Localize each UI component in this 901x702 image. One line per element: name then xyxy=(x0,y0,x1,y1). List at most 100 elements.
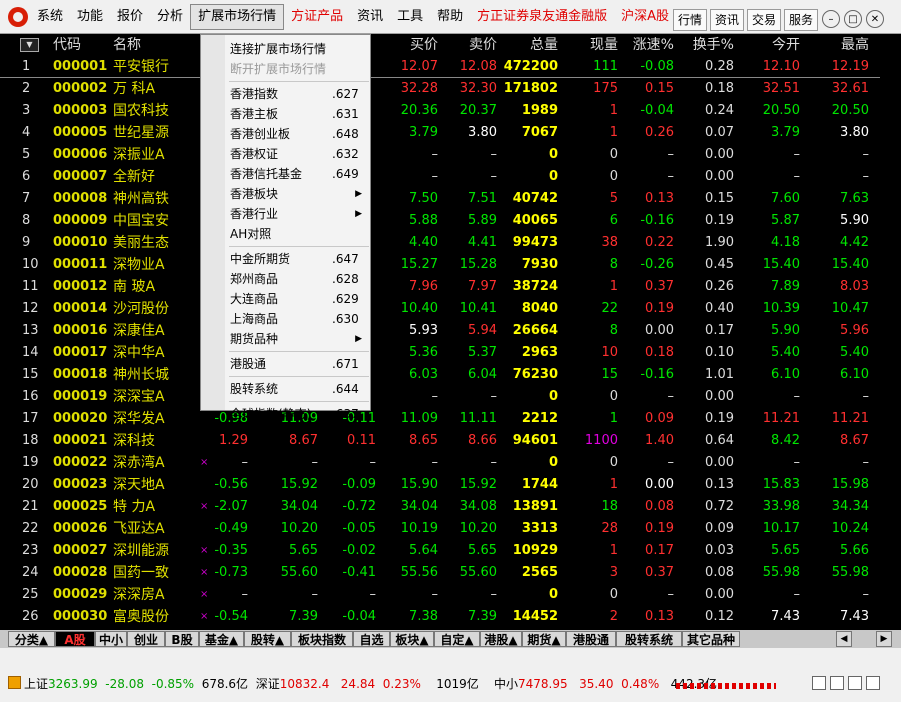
menu-item[interactable]: 分析 xyxy=(150,0,190,34)
dropdown-item[interactable]: 港股通 .671 xyxy=(230,354,366,374)
table-row[interactable]: 25 000029 深深房A × – – – – –0 0–0.00– – xyxy=(0,584,880,606)
tab-4[interactable]: B股 xyxy=(165,631,199,647)
vertical-scrollbar[interactable] xyxy=(880,34,901,630)
dropdown-item[interactable]: 香港主板 .631 xyxy=(230,104,366,124)
table-row[interactable]: 17 000020 深华发A -0.98 11.09 -0.11 11.09 11.11 221… xyxy=(0,408,880,430)
tab-14[interactable]: 股转系统 xyxy=(616,631,682,647)
dropdown-item[interactable]: 香港信托基金 .649 xyxy=(230,164,366,184)
table-row[interactable]: 1 000001 平安银行 12.07 12.08 472200 111 -0.08 0.28 1… xyxy=(0,56,880,78)
table-row[interactable]: 7 000008 神州高铁 7.50 7.51 40742 5 0.13 0.15 7.60 7.6… xyxy=(0,188,880,210)
table-row[interactable]: 14 000017 深中华A 5.36 5.37 2963 10 0.18 0.10 5.40 5.… xyxy=(0,342,880,364)
toolbar-button[interactable]: 资讯 xyxy=(710,9,745,31)
dropdown-item[interactable]: 全球指数(静态) .637 xyxy=(230,404,366,424)
cell-turn: 0.17 xyxy=(705,323,734,338)
scroll-right-icon[interactable]: ▶ xyxy=(876,631,892,647)
table-row[interactable]: 24 000028 国药一致 × -0.73 55.60 -0.41 55.56 55.60 25… xyxy=(0,562,880,584)
column-header[interactable]: 换手% xyxy=(676,34,734,56)
cell-code: 000003 xyxy=(53,103,108,118)
table-row[interactable]: 4 000005 世纪星源 3.79 3.80 7067 1 0.26 0.07 3.79 3.80 xyxy=(0,122,880,144)
tab-0[interactable]: 分类▲ xyxy=(8,631,55,647)
menu-item[interactable]: 报价 xyxy=(110,0,150,34)
table-row[interactable]: 15 000018 神州长城 6.03 6.04 76230 15 -0.16 1.01 6.10… xyxy=(0,364,880,386)
table-row[interactable]: 2 000002 万 科A 32.28 32.30 171802 175 0.15 0.18 32… xyxy=(0,78,880,100)
table-row[interactable]: 9 000010 美丽生态 4.40 4.41 99473 38 0.22 1.90 4.18 4.… xyxy=(0,232,880,254)
dropdown-item[interactable]: 郑州商品 .628 xyxy=(230,269,366,289)
column-header[interactable]: 最高 xyxy=(802,34,869,56)
table-row[interactable]: 6 000007 全新好 – – 0 0 – 0.00 – – xyxy=(0,166,880,188)
table-row[interactable]: 12 000014 沙河股份 10.40 10.41 8040 22 0.19 0.40 10.3… xyxy=(0,298,880,320)
restore-icon[interactable]: □ xyxy=(844,10,862,28)
menu-item[interactable]: 沪深A股 xyxy=(614,0,676,34)
tab-11[interactable]: 港股▲ xyxy=(480,631,522,647)
dropdown-item[interactable]: 大连商品 .629 xyxy=(230,289,366,309)
dropdown-item[interactable]: 香港行业 ▶ xyxy=(230,204,366,224)
table-row[interactable]: 3 000003 国农科技 20.36 20.37 1989 1 -0.04 0.24 20.50… xyxy=(0,100,880,122)
dropdown-item[interactable]: AH对照 xyxy=(230,224,366,244)
table-row[interactable]: 21 000025 特 力A × -2.07 34.04 -0.72 34.04 34.08 13… xyxy=(0,496,880,518)
column-header[interactable]: 总量 xyxy=(498,34,558,56)
tab-2[interactable]: 中小 xyxy=(95,631,127,647)
table-row[interactable]: 18 000021 深科技 1.29 8.67 0.11 8.65 8.66 94601 1100… xyxy=(0,430,880,452)
column-header[interactable]: 买价 xyxy=(378,34,438,56)
tab-8[interactable]: 自选 xyxy=(353,631,390,647)
lock-icon[interactable] xyxy=(812,676,826,690)
column-header[interactable]: 代码 xyxy=(53,34,111,56)
table-row[interactable]: 11 000012 南 玻A 7.96 7.97 38724 1 0.37 0.26 7.89 8.… xyxy=(0,276,880,298)
dropdown-item[interactable]: 中金所期货 .647 xyxy=(230,249,366,269)
window-icon[interactable] xyxy=(848,676,862,690)
menu-item[interactable]: 资讯 xyxy=(350,0,390,34)
table-row[interactable]: 26 000030 富奥股份 × -0.54 7.39 -0.04 7.38 7.39 14452… xyxy=(0,606,880,628)
dropdown-item[interactable]: 股转系统 .644 xyxy=(230,379,366,399)
table-row[interactable]: 13 000016 深康佳A 5.93 5.94 26664 8 0.00 0.17 5.90 5.… xyxy=(0,320,880,342)
table-row[interactable]: 22 000026 飞亚达A -0.49 10.20 -0.05 10.19 10.20 331… xyxy=(0,518,880,540)
menu-item[interactable]: 方证产品 xyxy=(284,0,350,34)
column-header[interactable]: 现量 xyxy=(560,34,618,56)
toolbar-button[interactable]: 行情 xyxy=(673,9,708,31)
table-row[interactable]: 19 000022 深赤湾A × – – – – –0 0–0.00– – xyxy=(0,452,880,474)
menu-item[interactable]: 帮助 xyxy=(430,0,470,34)
tab-7[interactable]: 板块指数 xyxy=(291,631,353,647)
tab-9[interactable]: 板块▲ xyxy=(390,631,434,647)
menu-item[interactable]: 扩展市场行情 xyxy=(190,4,285,30)
table-row[interactable]: 5 000006 深振业A – – 0 0 – 0.00 – – xyxy=(0,144,880,166)
sort-toggle-icon[interactable]: ▼ xyxy=(20,38,39,52)
table-row[interactable]: 20 000023 深天地A -0.56 15.92 -0.09 15.90 15.92 174… xyxy=(0,474,880,496)
menu-item[interactable]: 方正证券泉友通金融版 xyxy=(470,0,614,34)
column-header[interactable]: 涨速% xyxy=(620,34,674,56)
close-icon[interactable]: ✕ xyxy=(866,10,884,28)
tab-3[interactable]: 创业 xyxy=(127,631,165,647)
tab-12[interactable]: 期货▲ xyxy=(522,631,566,647)
layout-icon[interactable] xyxy=(830,676,844,690)
table-row[interactable]: 23 000027 深圳能源 × -0.35 5.65 -0.02 5.64 5.65 10929… xyxy=(0,540,880,562)
table-row[interactable]: 16 000019 深深宝A – – 0 0 – 0.00 – – xyxy=(0,386,880,408)
tab-6[interactable]: 股转▲ xyxy=(244,631,291,647)
toolbar-button[interactable]: 交易 xyxy=(747,9,782,31)
column-header[interactable]: 卖价 xyxy=(440,34,497,56)
tab-10[interactable]: 自定▲ xyxy=(434,631,480,647)
dropdown-item[interactable]: 连接扩展市场行情 xyxy=(230,39,366,59)
tab-5[interactable]: 基金▲ xyxy=(199,631,244,647)
scroll-left-icon[interactable]: ◀ xyxy=(836,631,852,647)
menu-item[interactable]: 系统 xyxy=(30,0,70,34)
dropdown-item[interactable]: 香港权证 .632 xyxy=(230,144,366,164)
tab-1[interactable]: A股 xyxy=(55,631,95,647)
dropdown-item[interactable]: 期货品种 ▶ xyxy=(230,329,366,349)
menu-item[interactable]: 工具 xyxy=(390,0,430,34)
tab-15[interactable]: 其它品种 xyxy=(682,631,740,647)
column-header[interactable]: 名称 xyxy=(113,34,185,56)
status-icon[interactable] xyxy=(8,676,21,689)
settings-icon[interactable] xyxy=(866,676,880,690)
toolbar-button[interactable]: 服务 xyxy=(784,9,819,31)
dropdown-item[interactable]: 香港创业板 .648 xyxy=(230,124,366,144)
menu-item[interactable]: 功能 xyxy=(70,0,110,34)
minimize-icon[interactable]: – xyxy=(822,10,840,28)
dropdown-item[interactable]: 香港指数 .627 xyxy=(230,84,366,104)
dropdown-item[interactable]: 上海商品 .630 xyxy=(230,309,366,329)
column-header[interactable]: 今开 xyxy=(736,34,800,56)
table-row[interactable]: 8 000009 中国宝安 5.88 5.89 40065 6 -0.16 0.19 5.87 5.… xyxy=(0,210,880,232)
cell-buy: 15.27 xyxy=(400,257,438,272)
dropdown-item[interactable]: 香港板块 ▶ xyxy=(230,184,366,204)
cell-buy: 5.64 xyxy=(409,543,438,558)
table-row[interactable]: 10 000011 深物业A 15.27 15.28 7930 8 -0.26 0.45 15.4… xyxy=(0,254,880,276)
tab-13[interactable]: 港股通 xyxy=(566,631,616,647)
